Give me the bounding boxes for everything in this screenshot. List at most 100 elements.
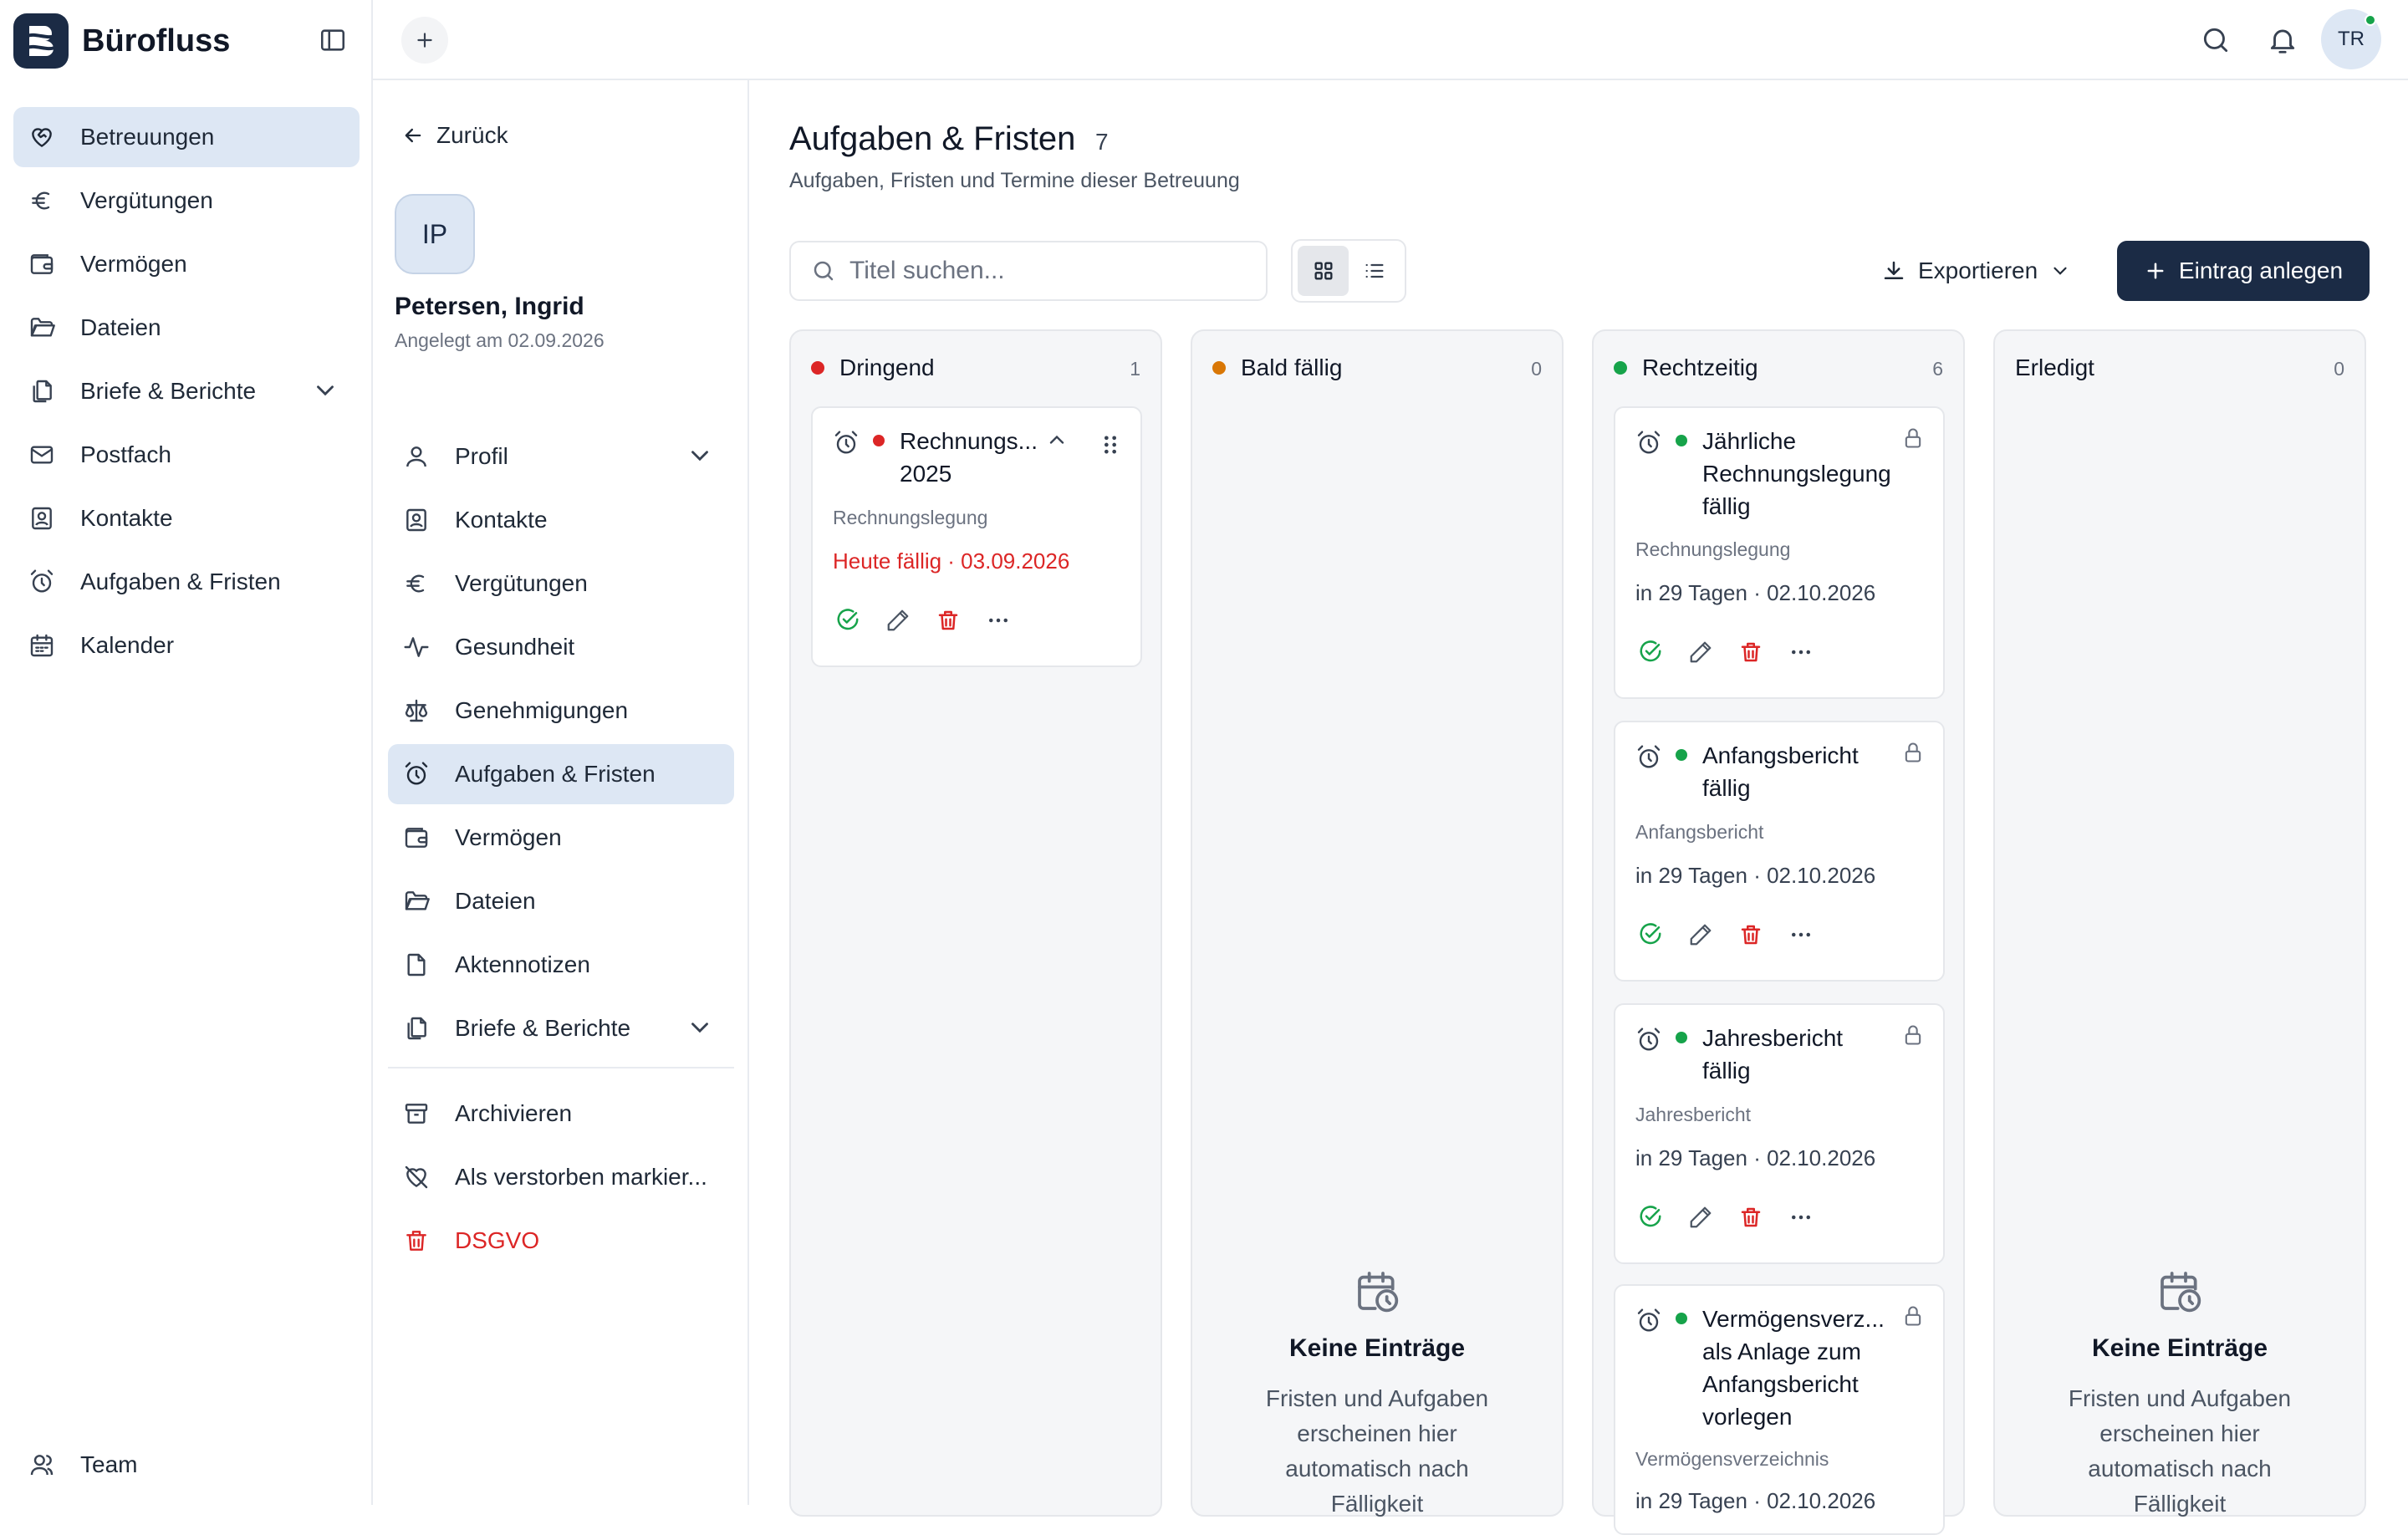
edit-icon[interactable] — [1686, 637, 1716, 667]
more-icon[interactable] — [983, 605, 1013, 635]
client-nav-gesundheit[interactable]: Gesundheit — [388, 617, 734, 677]
edit-icon[interactable] — [1686, 1202, 1716, 1232]
board-view-button[interactable] — [1298, 246, 1349, 296]
priority-dot — [1676, 1032, 1687, 1043]
chevron-up-icon[interactable] — [1045, 428, 1069, 451]
view-toggle — [1291, 239, 1406, 303]
client-created-date: Angelegt am 02.09.2026 — [395, 329, 605, 351]
alarm-clock-icon — [1635, 1308, 1662, 1334]
user-initials: TR — [2338, 28, 2365, 50]
nav-item-team[interactable]: Team — [13, 1435, 360, 1495]
search-input[interactable] — [849, 257, 1251, 285]
client-nav-aktennotizen[interactable]: Aktennotizen — [388, 935, 734, 995]
more-icon[interactable] — [1786, 920, 1816, 950]
column-bald-faellig: Bald fällig 0 Keine Einträge Fristen und… — [1191, 329, 1564, 1517]
alarm-clock-icon — [1635, 1027, 1662, 1053]
client-nav-label: Aufgaben & Fristen — [455, 761, 656, 787]
more-icon[interactable] — [1786, 1202, 1816, 1232]
complete-icon[interactable] — [833, 605, 863, 635]
client-nav-dateien[interactable]: Dateien — [388, 871, 734, 931]
nav-label: Dateien — [80, 314, 161, 340]
back-link[interactable]: Zurück — [401, 122, 508, 149]
status-dot — [1212, 361, 1226, 375]
trash-icon[interactable] — [933, 605, 963, 635]
priority-dot — [873, 435, 885, 446]
more-icon[interactable] — [1786, 637, 1816, 667]
divider — [388, 1067, 734, 1068]
sidebar-toggle-icon[interactable] — [316, 23, 349, 57]
trash-icon[interactable] — [1736, 637, 1766, 667]
client-nav-label: Vermögen — [455, 824, 562, 850]
list-view-button[interactable] — [1349, 246, 1400, 296]
column-count: 0 — [1531, 358, 1542, 380]
chevron-down-icon[interactable] — [686, 441, 714, 470]
archive-button[interactable]: Archivieren — [388, 1084, 734, 1144]
app-sidebar: Bürofluss Betreuungen Vergütungen Vermög… — [0, 0, 373, 1505]
complete-icon[interactable] — [1635, 920, 1666, 950]
client-nav-label: Dateien — [455, 888, 536, 914]
task-title: Jährliche Rechnungslegung fällig — [1702, 428, 1891, 519]
nav-item-betreuungen[interactable]: Betreuungen — [13, 107, 360, 167]
page-title: Aufgaben & Fristen — [789, 120, 1076, 157]
column-title: Dringend — [839, 354, 935, 380]
task-card[interactable]: Jährliche Rechnungslegung fällig Rechnun… — [1614, 406, 1945, 699]
edit-icon[interactable] — [883, 605, 913, 635]
client-nav-verguetungen[interactable]: Vergütungen — [388, 553, 734, 614]
files-icon — [27, 376, 57, 406]
complete-icon[interactable] — [1635, 637, 1666, 667]
drag-handle-icon[interactable] — [1100, 433, 1120, 456]
chevron-down-icon[interactable] — [311, 376, 339, 405]
nav-item-kalender[interactable]: Kalender — [13, 615, 360, 676]
chevron-down-icon[interactable] — [686, 1013, 714, 1042]
page-subtitle: Aufgaben, Fristen und Termine dieser Bet… — [789, 169, 1240, 192]
folder-icon — [27, 313, 57, 343]
user-avatar[interactable]: TR — [2321, 9, 2381, 69]
nav-item-vermoegen[interactable]: Vermögen — [13, 234, 360, 294]
brand[interactable]: Bürofluss — [13, 13, 230, 69]
nav-item-kontakte[interactable]: Kontakte — [13, 488, 360, 548]
task-card[interactable]: Anfangsbericht fällig Anfangsbericht in … — [1614, 721, 1945, 982]
mark-deceased-button[interactable]: Als verstorben markier... — [388, 1147, 734, 1207]
task-category: Rechnungslegung — [833, 507, 988, 528]
client-nav-aufgaben-fristen[interactable]: Aufgaben & Fristen — [388, 744, 734, 804]
client-nav-briefe-berichte[interactable]: Briefe & Berichte — [388, 998, 734, 1058]
euro-icon — [27, 186, 57, 216]
search-icon[interactable] — [2196, 20, 2236, 60]
export-button[interactable]: Exportieren — [1881, 244, 2071, 298]
export-label: Exportieren — [1918, 258, 2038, 283]
status-dot — [1614, 361, 1627, 375]
gdpr-delete-button[interactable]: DSGVO — [388, 1211, 734, 1271]
client-nav-vermoegen[interactable]: Vermögen — [388, 808, 734, 868]
client-avatar: IP — [395, 194, 475, 274]
bell-icon[interactable] — [2263, 20, 2303, 60]
client-nav-genehmigungen[interactable]: Genehmigungen — [388, 681, 734, 741]
client-nav-label: Kontakte — [455, 507, 548, 533]
empty-state: Keine Einträge Fristen und Aufgaben ersc… — [1995, 1267, 2365, 1522]
nav-item-aufgaben-fristen[interactable]: Aufgaben & Fristen — [13, 552, 360, 612]
nav-item-briefe-berichte[interactable]: Briefe & Berichte — [13, 361, 360, 421]
nav-label: Vergütungen — [80, 187, 213, 213]
task-card[interactable]: Rechnungs... 2025 Rechnungslegung Heute … — [811, 406, 1142, 667]
archive-icon — [401, 1099, 431, 1129]
nav-label: Kontakte — [80, 505, 173, 531]
client-initials: IP — [421, 218, 448, 249]
trash-icon[interactable] — [1736, 920, 1766, 950]
trash-icon[interactable] — [1736, 1202, 1766, 1232]
nav-item-verguetungen[interactable]: Vergütungen — [13, 171, 360, 231]
nav-item-dateien[interactable]: Dateien — [13, 298, 360, 358]
nav-item-postfach[interactable]: Postfach — [13, 425, 360, 485]
online-status-badge — [2365, 14, 2376, 26]
task-card[interactable]: Jahresbericht fällig Jahresbericht in 29… — [1614, 1003, 1945, 1264]
action-label: Als verstorben markier... — [455, 1164, 707, 1190]
alarm-clock-icon — [401, 759, 431, 789]
client-nav-profil[interactable]: Profil — [388, 426, 734, 487]
complete-icon[interactable] — [1635, 1202, 1666, 1232]
create-entry-button[interactable]: Eintrag anlegen — [2117, 241, 2370, 301]
edit-icon[interactable] — [1686, 920, 1716, 950]
client-nav-kontakte[interactable]: Kontakte — [388, 490, 734, 550]
nav-label: Aufgaben & Fristen — [80, 569, 281, 594]
download-icon — [1881, 258, 1906, 283]
task-card[interactable]: Vermögensverz... als Anlage zum Anfangsb… — [1614, 1284, 1945, 1535]
empty-title: Keine Einträge — [2091, 1334, 2268, 1362]
quick-add-button[interactable] — [401, 17, 448, 64]
